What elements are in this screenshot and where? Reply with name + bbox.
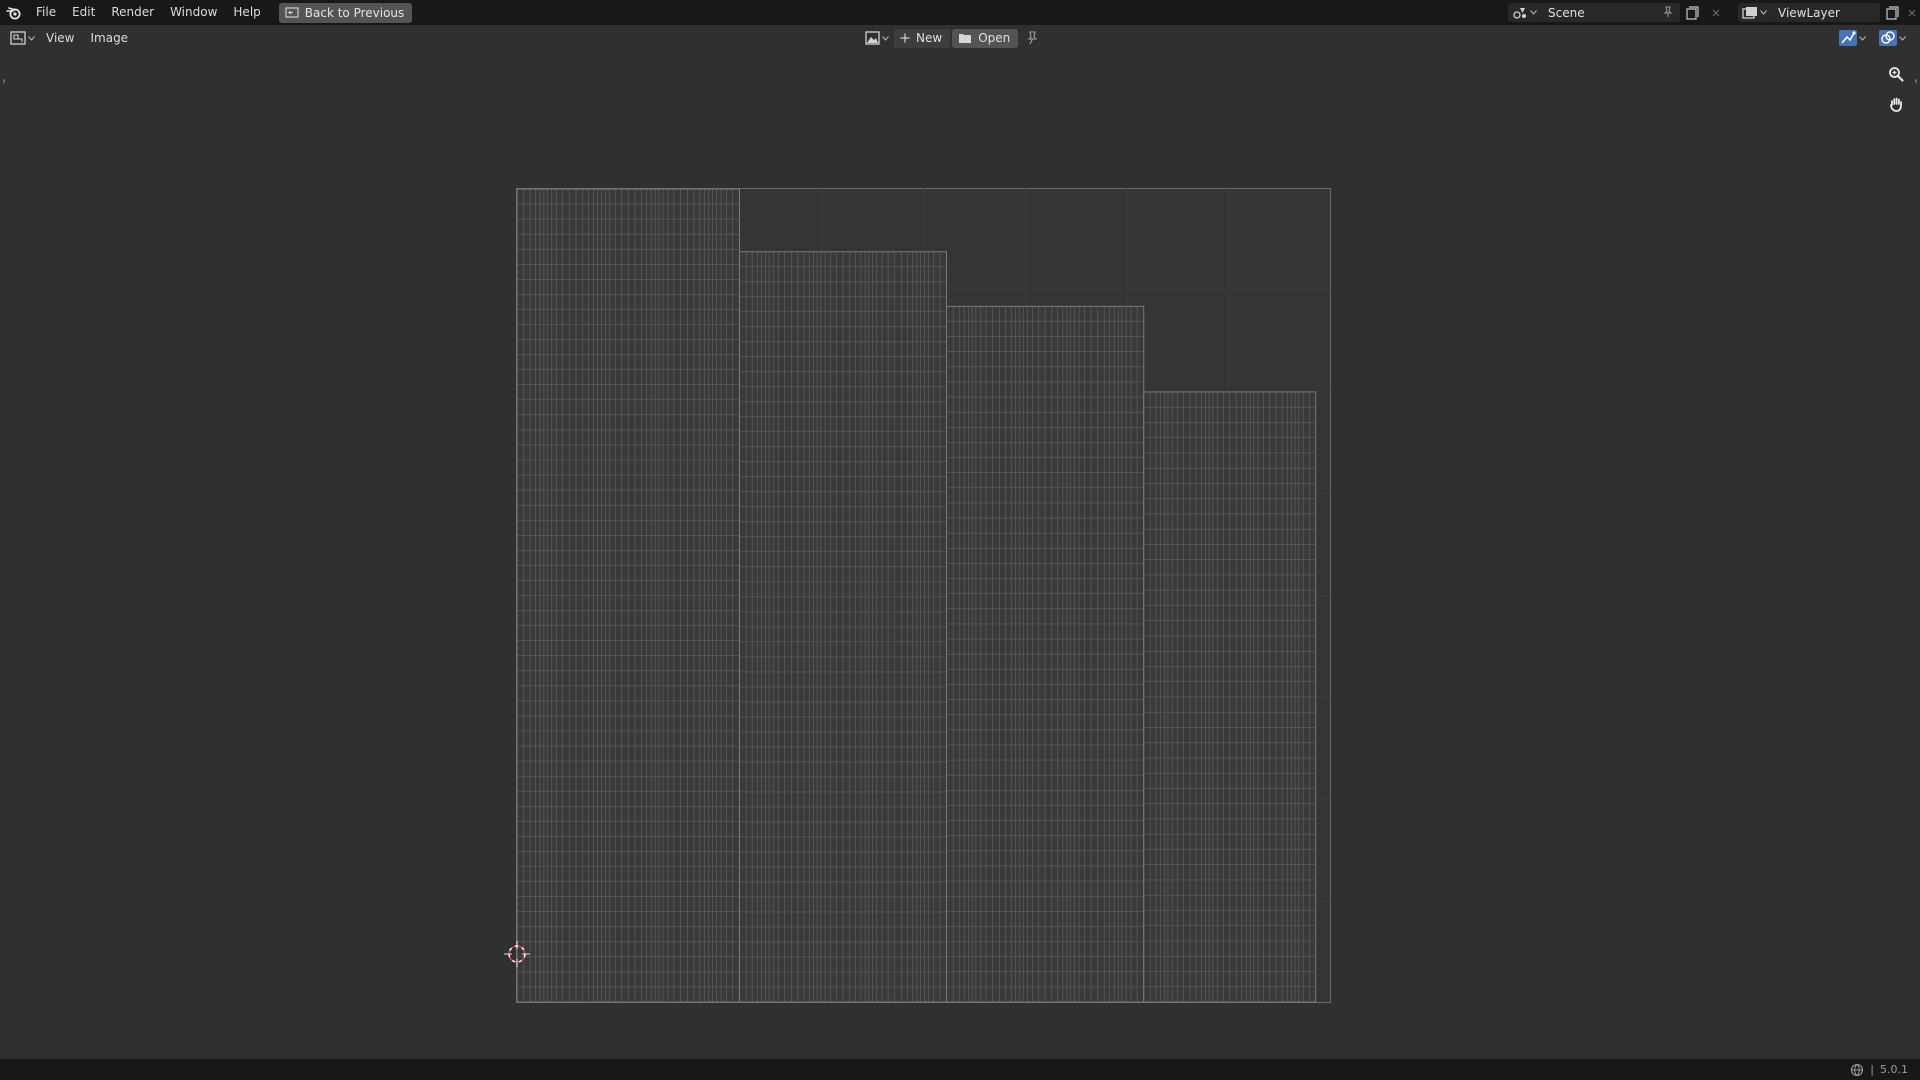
overlays-toggle[interactable]: [1874, 29, 1910, 48]
uv-editor-header: View Image New Open: [0, 25, 1920, 51]
menu-edit[interactable]: Edit: [64, 0, 103, 25]
open-image-label: Open: [978, 31, 1011, 45]
menu-file[interactable]: File: [28, 0, 64, 25]
close-icon: [1908, 9, 1916, 16]
image-tools-group: New Open: [862, 28, 1044, 48]
uv-sync-icon: [1838, 30, 1857, 46]
2d-cursor-icon[interactable]: [502, 939, 532, 969]
version-label: 5.0.1: [1880, 1063, 1908, 1076]
delete-scene-button[interactable]: [1704, 3, 1728, 22]
close-icon: [1712, 9, 1720, 16]
open-image-button[interactable]: Open: [952, 28, 1019, 48]
uv-island-1[interactable]: [516, 188, 740, 1003]
status-separator: |: [1870, 1063, 1874, 1076]
uv-island-4[interactable]: [1143, 391, 1317, 1003]
new-image-label: New: [916, 31, 943, 45]
topbar-right-group: Scene ViewLayer: [1508, 0, 1920, 25]
view-layer-name: ViewLayer: [1778, 5, 1840, 20]
new-view-layer-button[interactable]: [1880, 3, 1904, 22]
duplicate-icon: [1886, 5, 1899, 20]
chevron-down-icon: [1858, 35, 1866, 41]
pin-icon[interactable]: [1662, 6, 1674, 18]
uv-island-3[interactable]: [946, 305, 1145, 1003]
chevron-down-icon: [28, 35, 35, 41]
zoom-view-button[interactable]: [1883, 61, 1909, 87]
folder-icon: [959, 34, 972, 43]
view-layer-icon: [1741, 6, 1757, 19]
uv-island-2[interactable]: [738, 251, 948, 1003]
menu-render[interactable]: Render: [103, 0, 162, 25]
pin-image-button[interactable]: [1020, 29, 1044, 48]
menu-image[interactable]: Image: [82, 31, 136, 45]
scene-name: Scene: [1548, 5, 1585, 20]
menu-view[interactable]: View: [38, 31, 82, 45]
duplicate-icon: [1686, 5, 1699, 20]
blender-logo-icon[interactable]: [0, 0, 28, 25]
uv-editor-viewport[interactable]: › ‹: [0, 51, 1920, 1059]
back-to-previous-button[interactable]: Back to Previous: [278, 2, 413, 23]
new-scene-button[interactable]: [1680, 3, 1704, 22]
scene-name-field[interactable]: Scene: [1540, 3, 1680, 22]
hand-icon: [1890, 97, 1902, 112]
uv-layout-canvas[interactable]: [516, 188, 1331, 1003]
sidebar-expand-arrow-icon[interactable]: ‹: [1914, 76, 1918, 87]
chevron-down-icon: [1759, 10, 1767, 15]
scene-icon: [1512, 7, 1526, 19]
pan-view-button[interactable]: [1883, 91, 1909, 117]
view-layer-selector-dropdown[interactable]: [1738, 3, 1770, 22]
editor-type-dropdown[interactable]: [10, 28, 38, 48]
toolbar-expand-arrow-icon[interactable]: ›: [2, 76, 6, 87]
delete-view-layer-button[interactable]: [1904, 3, 1920, 22]
chevron-down-icon: [1898, 35, 1906, 41]
screen-back-icon: [285, 6, 299, 18]
chevron-down-icon: [1529, 10, 1537, 15]
uv-sync-selection-toggle[interactable]: [1834, 29, 1870, 48]
network-globe-icon[interactable]: [1850, 1063, 1864, 1077]
chevron-down-icon: [882, 35, 889, 41]
top-menu-bar: File Edit Render Window Help Back to Pre…: [0, 0, 1920, 25]
menu-window[interactable]: Window: [162, 0, 225, 25]
status-bar: | 5.0.1: [0, 1059, 1920, 1080]
view-layer-name-field[interactable]: ViewLayer: [1770, 3, 1880, 22]
zoom-icon: [1889, 67, 1904, 82]
menu-help[interactable]: Help: [225, 0, 268, 25]
image-icon: [865, 31, 880, 45]
uv-editor-icon: [10, 31, 26, 45]
pin-icon: [1027, 31, 1038, 45]
back-to-previous-label: Back to Previous: [304, 5, 405, 20]
new-image-button[interactable]: New: [894, 28, 951, 48]
scene-selector-dropdown[interactable]: [1508, 3, 1540, 22]
overlays-icon: [1878, 30, 1897, 46]
plus-icon: [900, 33, 910, 43]
header-right-group: [1834, 28, 1910, 48]
image-browse-dropdown[interactable]: [862, 29, 892, 48]
